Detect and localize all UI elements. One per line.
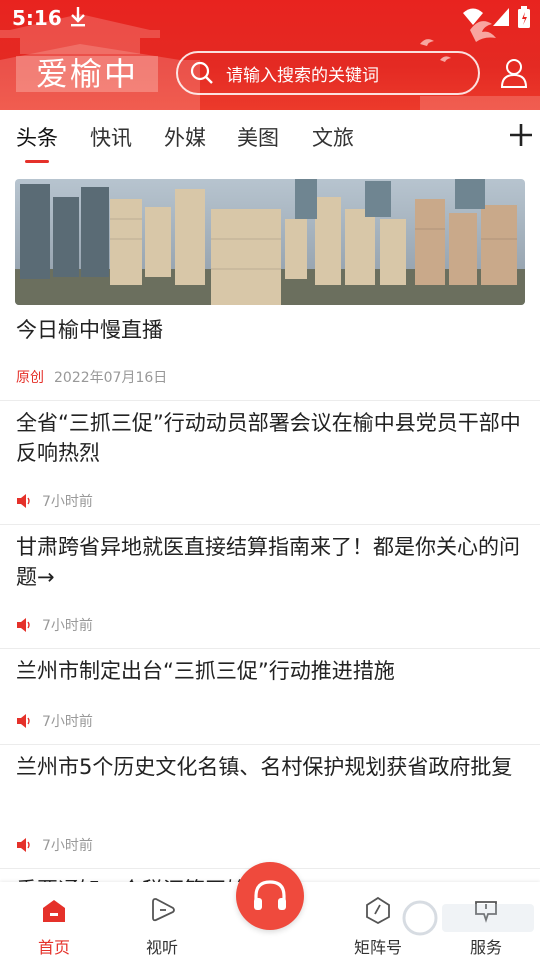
search-placeholder: 请输入搜索的关键词 xyxy=(226,65,379,86)
divider xyxy=(0,524,540,525)
news-title[interactable]: 全省“三抓三促”行动动员部署会议在榆中县党员干部中反响热烈 xyxy=(16,408,526,468)
tab-toutiao[interactable]: 头条 xyxy=(16,122,58,152)
status-icons xyxy=(462,6,530,28)
battery-icon xyxy=(518,6,530,28)
news-time: 7小时前 xyxy=(42,494,93,510)
divider xyxy=(0,744,540,745)
news-time: 7小时前 xyxy=(42,714,93,730)
signal-icon xyxy=(493,8,509,26)
news-meta: 7小时前 xyxy=(16,615,93,635)
news-meta: 7小时前 xyxy=(16,711,93,731)
hero-image[interactable] xyxy=(15,179,525,305)
divider xyxy=(0,400,540,401)
tab-waimei[interactable]: 外媒 xyxy=(164,122,206,152)
tab-kuaixun[interactable]: 快讯 xyxy=(90,122,132,152)
search-icon xyxy=(190,61,213,84)
status-bar: 5:16 xyxy=(0,0,540,36)
channel-tabs: 头条 快讯 外媒 美图 文旅 xyxy=(0,110,540,166)
news-meta: 7小时前 xyxy=(16,835,93,855)
news-time: 7小时前 xyxy=(42,838,93,854)
headset-icon xyxy=(254,880,286,910)
original-badge: 原创 xyxy=(16,370,44,386)
speaker-icon[interactable] xyxy=(16,838,32,852)
download-icon xyxy=(71,7,85,27)
hero-date: 2022年07月16日 xyxy=(54,370,168,386)
nav-label: 视听 xyxy=(145,938,178,957)
tab-meitu[interactable]: 美图 xyxy=(237,122,279,152)
hero-title[interactable]: 今日榆中慢直播 xyxy=(16,314,163,344)
active-tab-indicator xyxy=(25,160,49,163)
news-title[interactable]: 甘肃跨省异地就医直接结算指南来了！都是你关心的问题→ xyxy=(16,532,526,592)
speaker-icon[interactable] xyxy=(16,714,32,728)
search-bar[interactable]: 请输入搜索的关键词 xyxy=(176,51,480,95)
status-time: 5:16 xyxy=(12,6,62,30)
plus-icon[interactable] xyxy=(508,122,534,148)
news-time: 7小时前 xyxy=(42,618,93,634)
play-icon xyxy=(152,898,175,922)
app-logo: 爱榆中 xyxy=(16,56,158,92)
nav-video[interactable]: 视听 xyxy=(122,882,202,960)
wifi-icon xyxy=(463,8,483,25)
user-icon[interactable] xyxy=(500,58,528,88)
nav-home[interactable]: 首页 xyxy=(14,882,94,960)
center-audio-button[interactable] xyxy=(236,862,304,930)
watermark-logo xyxy=(402,900,534,936)
compass-icon xyxy=(366,896,390,924)
tab-wenlv[interactable]: 文旅 xyxy=(312,122,354,152)
speaker-icon[interactable] xyxy=(16,494,32,508)
speaker-icon[interactable] xyxy=(16,618,32,632)
news-title[interactable]: 兰州市制定出台“三抓三促”行动推进措施 xyxy=(16,656,526,686)
news-title[interactable]: 兰州市5个历史文化名镇、名村保护规划获省政府批复 xyxy=(16,752,526,782)
app-header: 5:16 爱榆中 请输入搜索的关键词 xyxy=(0,0,540,110)
hero-meta: 原创 2022年07月16日 xyxy=(16,367,167,387)
home-icon xyxy=(43,900,65,922)
divider xyxy=(0,648,540,649)
nav-label: 首页 xyxy=(37,938,70,957)
news-meta: 7小时前 xyxy=(16,491,93,511)
